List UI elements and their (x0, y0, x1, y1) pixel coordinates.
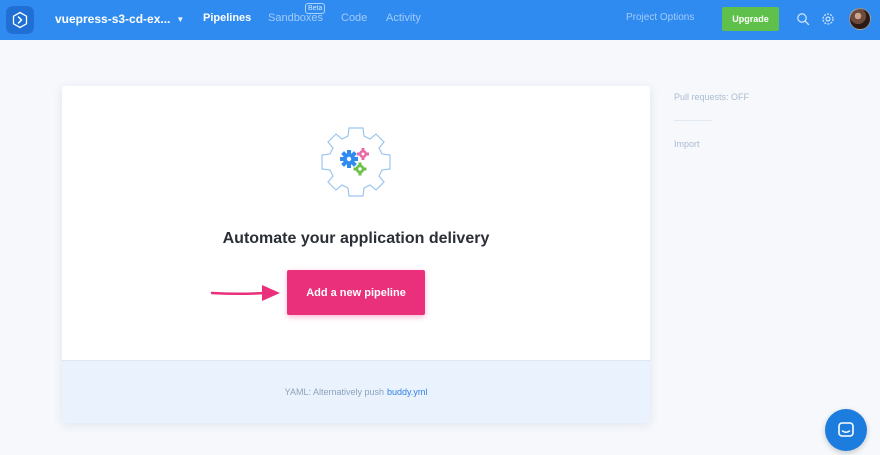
arrow-right-icon (210, 285, 280, 301)
search-icon[interactable] (794, 10, 812, 28)
chat-icon[interactable] (825, 409, 867, 451)
gear-icon[interactable] (819, 10, 837, 28)
empty-state-headline: Automate your application delivery (222, 230, 490, 247)
yaml-hint-footer: YAML: Alternatively push buddy.yml (62, 360, 650, 423)
buddy-yml-link[interactable]: buddy.yml (387, 387, 427, 397)
pipelines-empty-state-card: Automate your application delivery Add a… (62, 86, 650, 423)
avatar[interactable] (849, 8, 871, 30)
top-navigation-bar: vuepress-s3-cd-ex... ▼ Pipelines Sandbox… (0, 0, 880, 40)
chevron-down-icon: ▼ (176, 14, 185, 24)
sidebar-divider (674, 120, 712, 121)
tab-activity[interactable]: Activity (386, 12, 421, 24)
tab-code[interactable]: Code (341, 12, 367, 24)
logo-icon[interactable] (6, 6, 34, 34)
pull-requests-toggle[interactable]: Pull requests: OFF (674, 92, 749, 102)
tab-pipelines[interactable]: Pipelines (203, 12, 251, 24)
upgrade-button[interactable]: Upgrade (722, 7, 779, 31)
import-link[interactable]: Import (674, 139, 700, 149)
project-selector[interactable]: vuepress-s3-cd-ex... ▼ (55, 12, 184, 26)
add-pipeline-button[interactable]: Add a new pipeline (287, 270, 425, 315)
beta-badge: Beta (305, 3, 326, 14)
project-name: vuepress-s3-cd-ex... (55, 12, 171, 26)
gears-illustration-icon (321, 127, 391, 197)
project-options-link[interactable]: Project Options (626, 12, 694, 23)
yaml-hint-text: YAML: Alternatively push (284, 387, 385, 397)
